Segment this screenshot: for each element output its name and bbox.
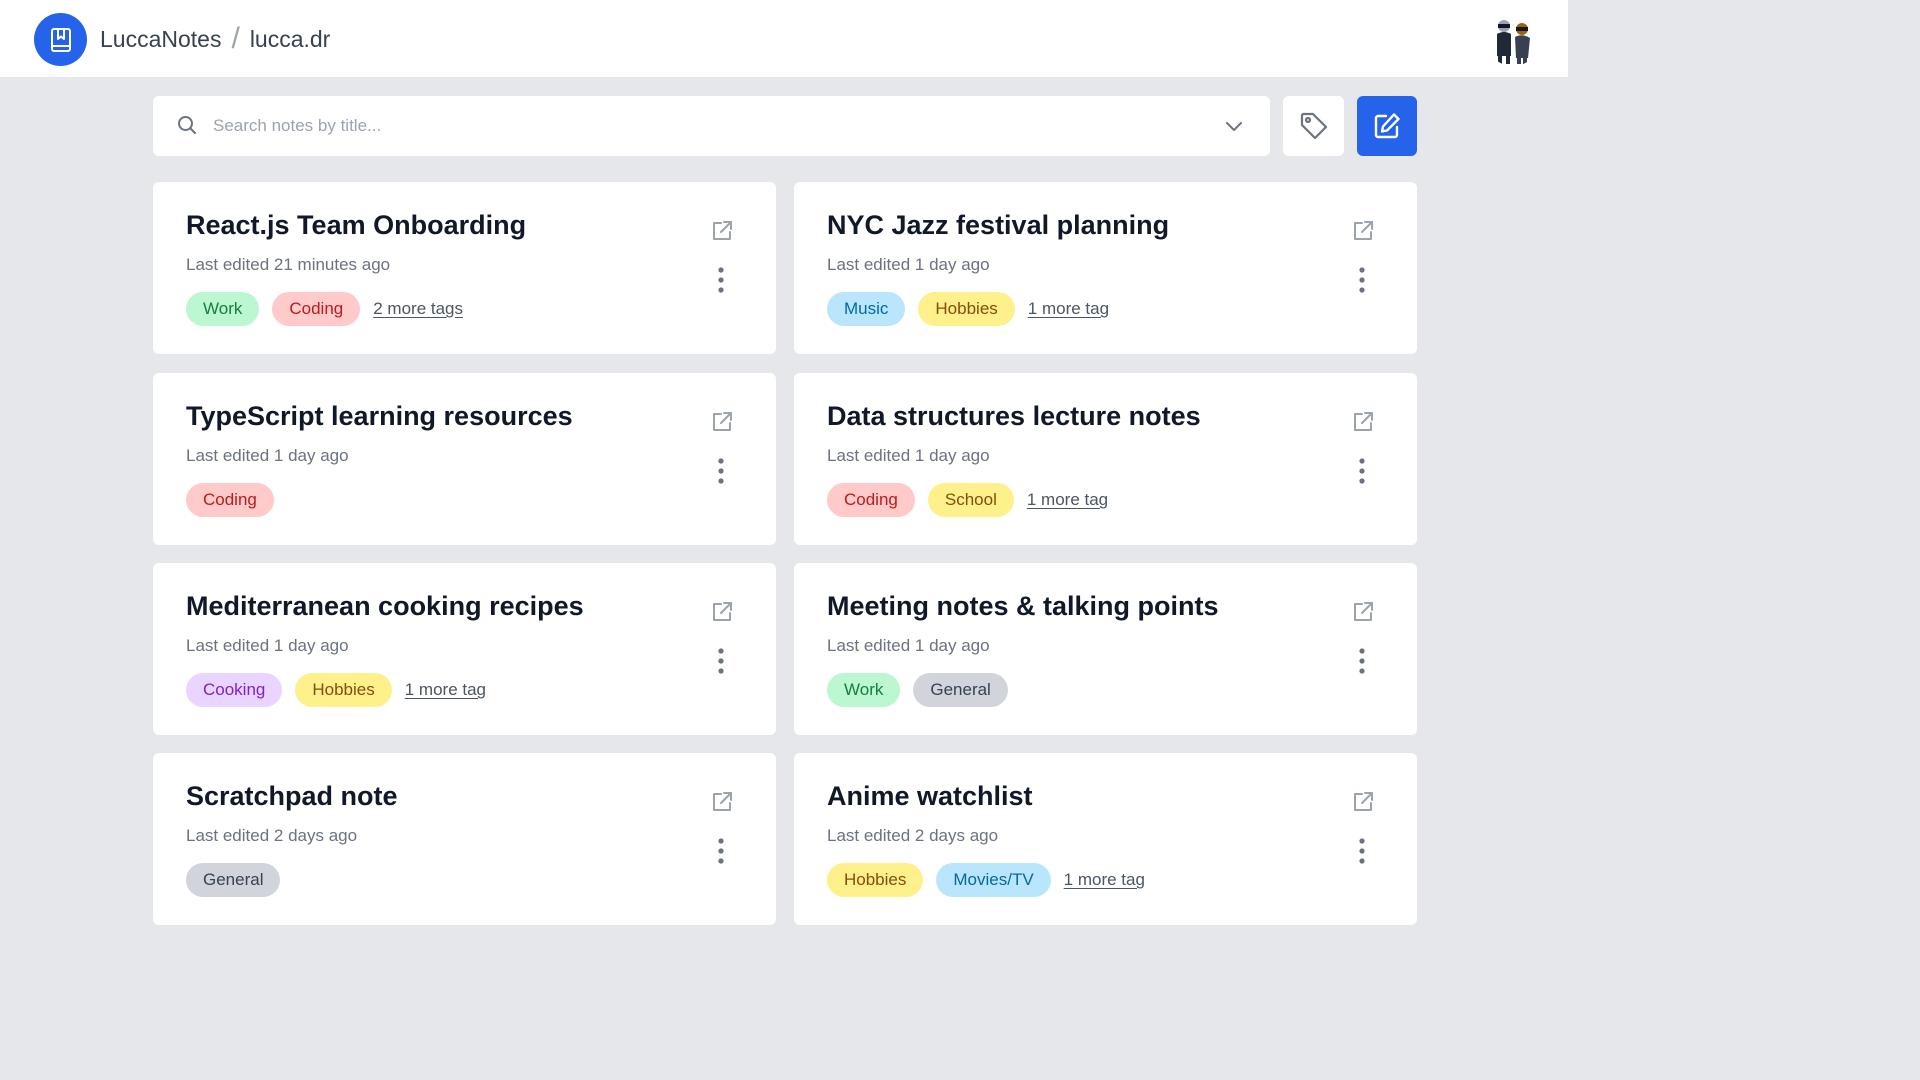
note-last-edited: Last edited 1 day ago — [186, 636, 349, 655]
note-card[interactable]: React.js Team Onboarding Last edited 21 … — [153, 182, 776, 354]
more-vertical-icon[interactable] — [717, 458, 725, 484]
tag-icon — [1300, 112, 1327, 140]
note-title[interactable]: Mediterranean cooking recipes — [186, 591, 584, 622]
app-name[interactable]: LuccaNotes — [100, 26, 221, 53]
note-tags: Coding — [186, 483, 274, 517]
note-tags: Cooking Hobbies 1 more tag — [186, 673, 486, 707]
note-title[interactable]: React.js Team Onboarding — [186, 210, 526, 241]
note-tags: General — [186, 863, 281, 897]
note-card[interactable]: NYC Jazz festival planning Last edited 1… — [794, 182, 1417, 354]
more-vertical-icon[interactable] — [717, 838, 725, 864]
edit-note-icon — [1374, 113, 1400, 139]
note-title[interactable]: TypeScript learning resources — [186, 401, 573, 432]
external-link-icon[interactable] — [710, 219, 734, 243]
manage-tags-button[interactable] — [1283, 96, 1344, 156]
external-link-icon[interactable] — [710, 790, 734, 814]
tag-badge[interactable]: Coding — [186, 483, 274, 517]
search-icon — [178, 116, 196, 134]
more-vertical-icon[interactable] — [1358, 648, 1366, 674]
note-card[interactable]: Scratchpad note Last edited 2 days ago G… — [153, 753, 776, 925]
avatar-image — [1486, 12, 1540, 66]
app-logo[interactable] — [34, 13, 87, 66]
top-bar: LuccaNotes / lucca.dr — [0, 0, 1568, 77]
note-last-edited: Last edited 1 day ago — [827, 636, 990, 655]
note-card[interactable]: Anime watchlist Last edited 2 days ago H… — [794, 753, 1417, 925]
note-last-edited: Last edited 2 days ago — [186, 826, 358, 845]
chevron-down-icon[interactable] — [1225, 117, 1243, 135]
note-title[interactable]: Data structures lecture notes — [827, 401, 1201, 432]
more-vertical-icon[interactable] — [717, 267, 725, 293]
external-link-icon[interactable] — [1351, 600, 1375, 624]
note-card[interactable]: Meeting notes & talking points Last edit… — [794, 563, 1417, 735]
more-tags-link[interactable]: 1 more tag — [1028, 299, 1109, 319]
note-tags: Work General — [827, 673, 1008, 707]
tag-badge[interactable]: Movies/TV — [936, 863, 1051, 897]
bookmark-book-icon — [50, 27, 71, 52]
tag-badge[interactable]: Work — [827, 673, 901, 707]
more-tags-link[interactable]: 1 more tag — [405, 680, 486, 700]
more-tags-link[interactable]: 1 more tag — [1027, 490, 1108, 510]
note-last-edited: Last edited 1 day ago — [186, 446, 349, 465]
note-card[interactable]: TypeScript learning resources Last edite… — [153, 373, 776, 545]
breadcrumb: LuccaNotes / lucca.dr — [100, 22, 330, 56]
tag-badge[interactable]: Coding — [272, 292, 361, 326]
note-tags: Coding School 1 more tag — [827, 483, 1108, 517]
tag-badge[interactable]: General — [186, 863, 281, 897]
more-vertical-icon[interactable] — [717, 648, 725, 674]
note-title[interactable]: Anime watchlist — [827, 781, 1033, 812]
more-vertical-icon[interactable] — [1358, 458, 1366, 484]
note-title[interactable]: Scratchpad note — [186, 781, 398, 812]
tag-badge[interactable]: Hobbies — [295, 673, 392, 707]
search-bar[interactable] — [153, 96, 1270, 156]
more-tags-link[interactable]: 1 more tag — [1064, 870, 1145, 890]
note-tags: Work Coding 2 more tags — [186, 292, 463, 326]
external-link-icon[interactable] — [710, 410, 734, 434]
external-link-icon[interactable] — [1351, 219, 1375, 243]
note-tags: Hobbies Movies/TV 1 more tag — [827, 863, 1145, 897]
tag-badge[interactable]: Work — [186, 292, 260, 326]
note-last-edited: Last edited 21 minutes ago — [186, 255, 391, 274]
external-link-icon[interactable] — [710, 600, 734, 624]
breadcrumb-separator: / — [231, 22, 240, 55]
note-tags: Music Hobbies 1 more tag — [827, 292, 1109, 326]
external-link-icon[interactable] — [1351, 790, 1375, 814]
external-link-icon[interactable] — [1351, 410, 1375, 434]
note-last-edited: Last edited 2 days ago — [827, 826, 999, 845]
tag-badge[interactable]: School — [927, 483, 1014, 517]
note-last-edited: Last edited 1 day ago — [827, 255, 990, 274]
avatar[interactable] — [1486, 12, 1540, 66]
tag-badge[interactable]: Hobbies — [827, 863, 924, 897]
more-vertical-icon[interactable] — [1358, 267, 1366, 293]
more-tags-link[interactable]: 2 more tags — [373, 299, 463, 319]
tag-badge[interactable]: Music — [827, 292, 906, 326]
new-note-button[interactable] — [1357, 96, 1417, 156]
note-card[interactable]: Mediterranean cooking recipes Last edite… — [153, 563, 776, 735]
more-vertical-icon[interactable] — [1358, 838, 1366, 864]
tag-badge[interactable]: Hobbies — [918, 292, 1015, 326]
tag-badge[interactable]: Cooking — [186, 673, 283, 707]
note-card[interactable]: Data structures lecture notes Last edite… — [794, 373, 1417, 545]
search-input[interactable] — [213, 110, 1193, 142]
note-title[interactable]: Meeting notes & talking points — [827, 591, 1219, 622]
tag-badge[interactable]: Coding — [827, 483, 915, 517]
username[interactable]: lucca.dr — [250, 26, 331, 53]
note-last-edited: Last edited 1 day ago — [827, 446, 990, 465]
tag-badge[interactable]: General — [913, 673, 1008, 707]
note-title[interactable]: NYC Jazz festival planning — [827, 210, 1169, 241]
